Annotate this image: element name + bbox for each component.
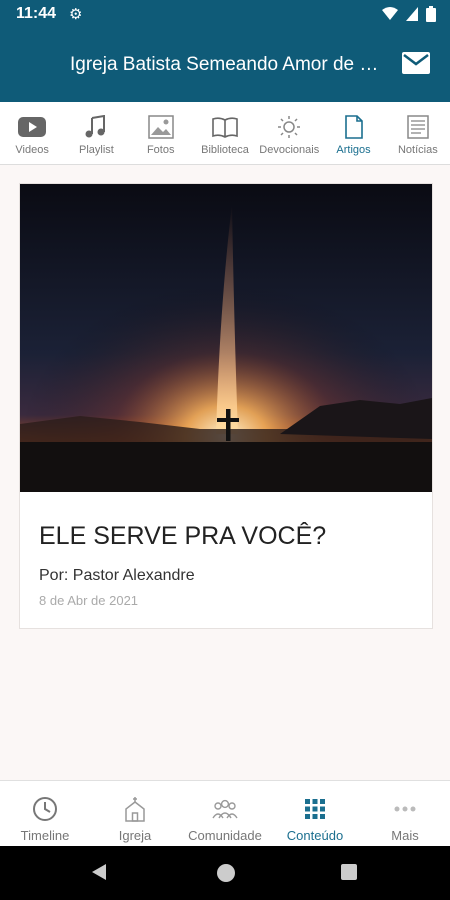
sun-icon (278, 116, 301, 138)
nav-label: Timeline (20, 828, 70, 843)
newspaper-icon (407, 115, 429, 139)
more-dots-icon (394, 806, 416, 812)
tab-label: Biblioteca (201, 144, 249, 156)
grid-icon (305, 799, 325, 819)
tab-biblioteca[interactable]: Biblioteca (193, 102, 257, 164)
tab-label: Notícias (397, 144, 438, 156)
status-icons (382, 6, 436, 22)
battery-icon (426, 6, 436, 22)
document-icon (344, 115, 363, 139)
tab-label: Artigos (336, 144, 371, 156)
nav-timeline[interactable]: Timeline (0, 781, 90, 847)
nav-igreja[interactable]: Igreja (90, 781, 180, 847)
back-icon[interactable] (92, 864, 106, 880)
signal-icon (406, 7, 418, 21)
tab-artigos[interactable]: Artigos (321, 102, 385, 164)
nav-conteudo[interactable]: Conteúdo (270, 781, 360, 847)
church-icon (125, 797, 145, 822)
people-icon (212, 799, 238, 819)
book-icon (212, 117, 238, 138)
photos-icon (147, 115, 174, 139)
wifi-icon (382, 7, 398, 20)
tab-playlist[interactable]: Playlist (64, 102, 128, 164)
status-time: 11:44 (16, 5, 57, 22)
content-tabs: Videos Playlist Fotos Biblioteca Devocio… (0, 102, 450, 165)
bottom-navigation: Timeline Igreja Comunidade Conteúdo Mais (0, 780, 450, 847)
tab-videos[interactable]: Videos (0, 102, 64, 164)
nav-mais[interactable]: Mais (360, 781, 450, 847)
recent-apps-icon[interactable] (341, 864, 357, 880)
clock-icon (33, 797, 57, 821)
youtube-icon (18, 117, 47, 137)
tab-label: Devocionais (259, 144, 320, 156)
gear-icon: ⚙ (69, 6, 83, 23)
nav-label: Comunidade (188, 828, 262, 843)
music-note-icon (85, 115, 106, 138)
mail-icon[interactable] (402, 52, 430, 74)
article-author: Por: Pastor Alexandre (39, 567, 195, 584)
article-date: 8 de Abr de 2021 (39, 593, 139, 608)
article-hero-image (20, 184, 432, 492)
nav-label: Mais (391, 828, 419, 843)
system-navigation-bar (0, 846, 450, 900)
home-icon[interactable] (217, 864, 235, 882)
tab-label: Videos (15, 144, 49, 156)
tab-fotos[interactable]: Fotos (129, 102, 193, 164)
article-card[interactable]: ELE SERVE PRA VOCÊ? Por: Pastor Alexandr… (19, 183, 433, 629)
tab-devocionais[interactable]: Devocionais (257, 102, 321, 164)
tab-label: Fotos (146, 144, 175, 156)
tab-noticias[interactable]: Notícias (386, 102, 450, 164)
status-bar: 11:44 ⚙ (0, 0, 450, 28)
app-bar: Igreja Batista Semeando Amor de Deus (0, 28, 450, 102)
page-title: Igreja Batista Semeando Amor de Deus (70, 54, 385, 75)
article-title: ELE SERVE PRA VOCÊ? (39, 522, 327, 550)
nav-label: Conteúdo (286, 828, 344, 843)
tab-label: Playlist (79, 144, 114, 156)
nav-comunidade[interactable]: Comunidade (180, 781, 270, 847)
nav-label: Igreja (118, 828, 152, 843)
